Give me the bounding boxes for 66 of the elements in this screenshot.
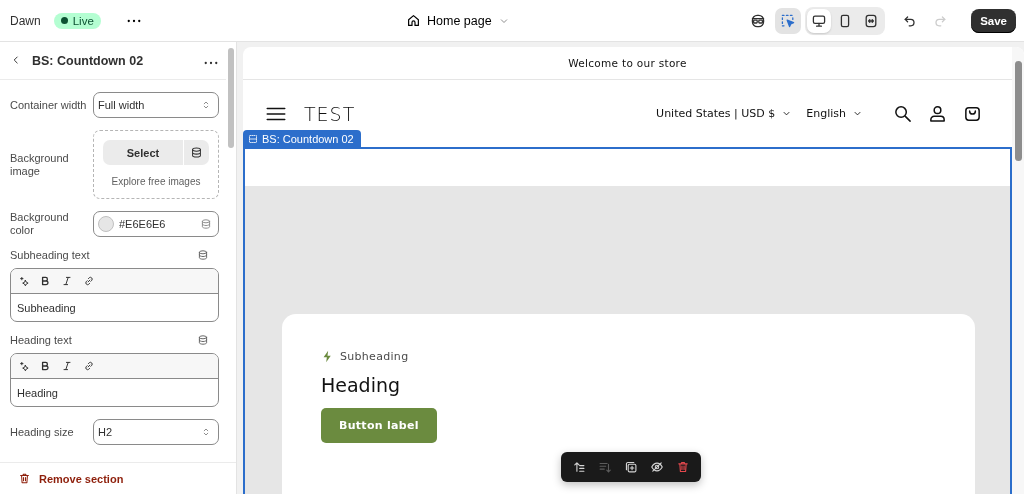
field-label: Background color — [10, 211, 70, 237]
link-icon — [83, 275, 95, 287]
select-field[interactable]: H2 — [93, 419, 219, 445]
cart-button[interactable] — [963, 104, 982, 123]
move-up-icon — [572, 460, 586, 474]
field-label: Background image — [10, 151, 70, 178]
select-field[interactable]: Full width — [93, 92, 219, 118]
duplicate-button[interactable] — [624, 460, 638, 474]
store-logo[interactable]: TEST — [304, 102, 657, 125]
link-icon — [83, 360, 95, 372]
search-button[interactable] — [893, 104, 912, 123]
section-tag[interactable]: BS: Countdown 02 — [243, 130, 361, 147]
delete-icon — [676, 460, 690, 474]
italic-icon — [61, 275, 73, 287]
delete-button[interactable] — [676, 460, 690, 474]
status-badge: Live — [53, 12, 101, 29]
italic-icon — [61, 360, 73, 372]
account-icon — [928, 104, 947, 123]
field-label: Container width — [10, 98, 88, 112]
bag-icon — [963, 104, 982, 123]
selected-section[interactable]: Subheading Heading Button label — [243, 147, 1012, 494]
subheading-text: Subheading — [340, 350, 409, 363]
inspect-button[interactable] — [775, 7, 802, 34]
page-selector[interactable]: Home page — [406, 13, 510, 28]
trash-icon — [18, 472, 31, 485]
bold-icon — [39, 360, 51, 372]
desktop-view-button[interactable] — [807, 8, 832, 33]
heading-text: Heading — [321, 374, 402, 396]
hide-icon — [650, 460, 664, 474]
move-down-icon — [598, 460, 612, 474]
move-up-button[interactable] — [572, 460, 586, 474]
home-icon — [406, 13, 421, 28]
field-label: Heading size — [10, 425, 75, 439]
remove-section-button[interactable]: Remove section — [18, 472, 124, 485]
field-label: Subheading text — [10, 249, 90, 261]
save-button[interactable]: Save — [971, 8, 1016, 33]
color-field[interactable]: #E6E6E6 — [93, 211, 219, 237]
account-button[interactable] — [928, 104, 947, 123]
database-icon — [197, 249, 209, 261]
duplicate-icon — [624, 460, 638, 474]
language-selector[interactable]: English — [806, 107, 863, 120]
rich-text-editor[interactable]: Subheading — [10, 268, 219, 322]
database-icon — [200, 218, 212, 230]
ai-sparkle-icon — [17, 275, 29, 287]
country-selector[interactable]: United States | USD $ — [656, 107, 793, 120]
color-swatch[interactable] — [98, 216, 114, 232]
bold-icon — [39, 275, 51, 287]
hide-button[interactable] — [650, 460, 664, 474]
database-icon — [190, 146, 203, 159]
search-icon — [893, 104, 912, 123]
more-button[interactable] — [126, 18, 141, 23]
ai-sparkle-icon — [17, 360, 29, 372]
panel-title: BS: Countdown 02 — [32, 53, 145, 68]
scrollbar[interactable] — [1012, 47, 1024, 494]
database-icon — [197, 334, 209, 346]
glasses-face-icon — [750, 12, 767, 29]
grid-icon — [248, 133, 258, 144]
cta-button[interactable]: Button label — [321, 408, 437, 443]
more-icon — [126, 18, 141, 23]
announcement-bar: Welcome to our store — [243, 47, 1012, 80]
more-icon — [204, 60, 218, 65]
explore-images-link[interactable]: Explore free images — [111, 176, 201, 187]
theme-name: Dawn — [10, 13, 41, 28]
rich-text-editor[interactable]: Heading — [10, 353, 219, 407]
cursor-select-icon — [780, 12, 797, 29]
field-label: Heading text — [10, 334, 72, 346]
